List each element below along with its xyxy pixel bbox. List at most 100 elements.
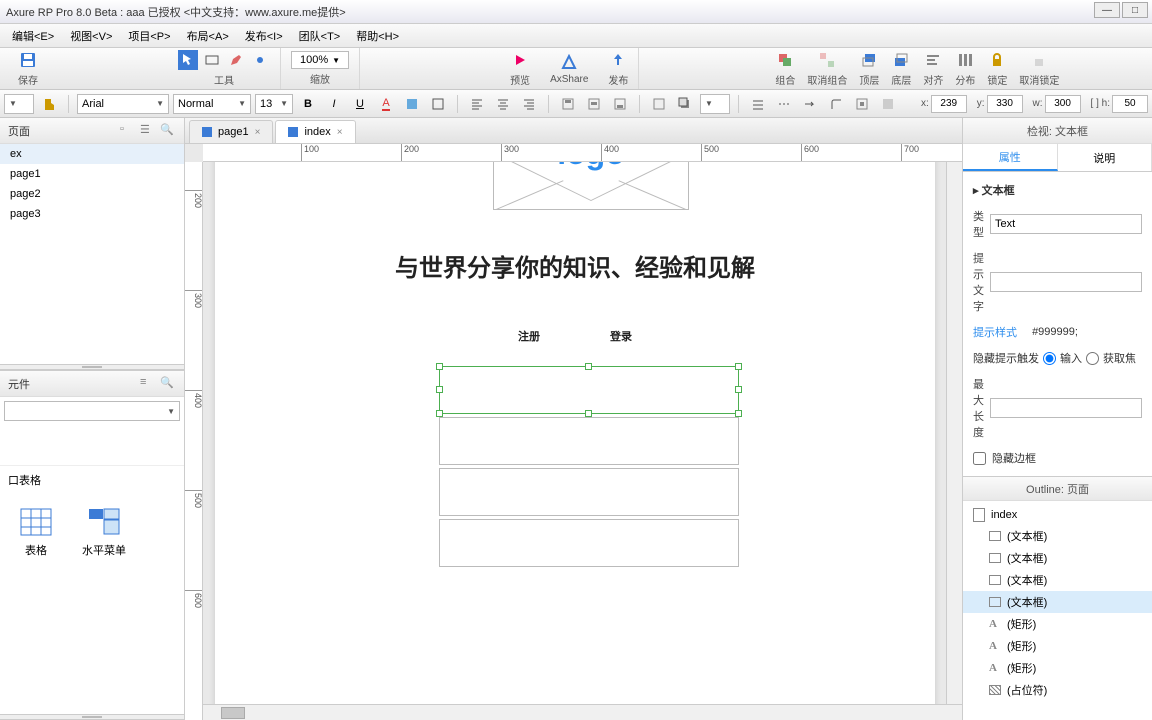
menu-item[interactable]: 视图<V> [62,25,120,47]
publish-icon[interactable] [608,50,628,70]
h-input[interactable] [1112,95,1148,113]
radio-input[interactable] [1043,352,1056,365]
search-page-icon[interactable]: 🔍 [160,123,176,139]
valign-bot-button[interactable] [609,94,631,114]
library-combo[interactable]: ▼ [4,401,180,421]
line-width-button[interactable] [747,94,769,114]
scrollbar-vertical[interactable] [946,162,962,704]
hide-border-checkbox[interactable] [973,452,986,465]
group-icon[interactable] [775,50,795,70]
menu-item[interactable]: 帮助<H> [348,25,407,47]
login-tab[interactable]: 登录 [610,328,632,344]
bold-button[interactable]: B [297,94,319,114]
radio-focus[interactable] [1086,352,1099,365]
register-tab[interactable]: 注册 [518,328,540,344]
line-style-combo[interactable]: ▼ [700,94,730,114]
padding-button[interactable] [851,94,873,114]
tab-notes[interactable]: 说明 [1058,144,1152,171]
shadow-button[interactable] [674,94,696,114]
pen-tool-icon[interactable] [226,50,246,70]
style-preset-combo[interactable]: ▼ [4,94,34,114]
outline-item[interactable]: (文本框) [963,591,1152,613]
font-style-combo[interactable]: Normal▼ [173,94,251,114]
align-right-button[interactable] [518,94,540,114]
outline-item[interactable]: A(矩形) [963,613,1152,635]
arrow-button[interactable] [799,94,821,114]
save-icon[interactable] [18,50,38,70]
font-combo[interactable]: Arial▼ [77,94,169,114]
corner-button[interactable] [825,94,847,114]
zoom-combo[interactable]: 100%▼ [291,51,349,69]
maxlen-input[interactable] [990,398,1142,418]
menu-item[interactable]: 团队<T> [291,25,349,47]
align-left-button[interactable] [466,94,488,114]
back-icon[interactable] [891,50,911,70]
splitter2[interactable] [0,714,184,720]
underline-button[interactable]: U [349,94,371,114]
format-painter-icon[interactable] [38,94,60,114]
align-icon[interactable] [923,50,943,70]
point-tool-icon[interactable] [250,50,270,70]
w-input[interactable] [1045,95,1081,113]
menu-item[interactable]: 布局<A> [179,25,237,47]
fill-color-button[interactable] [401,94,423,114]
menu-item[interactable]: 项目<P> [120,25,178,47]
x-input[interactable] [931,95,967,113]
minimize-button[interactable]: — [1094,2,1120,18]
font-size-combo[interactable]: 13▼ [255,94,293,114]
text-field-2[interactable] [439,417,739,465]
document-tab[interactable]: index× [275,120,355,143]
unlock-icon[interactable] [1029,50,1049,70]
outline-item[interactable]: (文本框) [963,525,1152,547]
type-input[interactable] [990,214,1142,234]
text-field-3[interactable] [439,468,739,516]
preview-icon[interactable] [510,50,530,70]
page-item[interactable]: page3 [0,204,184,224]
outline-item[interactable]: A(矩形) [963,635,1152,657]
ungroup-icon[interactable] [817,50,837,70]
lock-icon[interactable] [987,50,1007,70]
document-tab[interactable]: page1× [189,120,273,143]
outline-item[interactable]: (文本框) [963,569,1152,591]
rect-tool-icon[interactable] [202,50,222,70]
line-pattern-button[interactable] [773,94,795,114]
logo-placeholder[interactable]: logo [493,162,689,210]
valign-top-button[interactable] [557,94,579,114]
canvas[interactable]: logo 与世界分享你的知识、经验和见解 注册 登录 [203,162,962,720]
outline-item[interactable]: A(矩形) [963,657,1152,679]
menu-item[interactable]: 发布<I> [237,25,291,47]
menu-item[interactable]: 编辑<E> [4,25,62,47]
outline-item[interactable]: index [963,505,1152,525]
widget-menu-icon[interactable]: ≡ [140,376,156,392]
y-input[interactable] [987,95,1023,113]
align-center-button[interactable] [492,94,514,114]
hint-input[interactable] [990,272,1142,292]
maximize-button[interactable]: □ [1122,2,1148,18]
scrollbar-horizontal[interactable] [203,704,962,720]
headline-text[interactable]: 与世界分享你的知识、经验和见解 [215,248,935,283]
hint-style-link[interactable]: 提示样式 [973,324,1017,340]
italic-button[interactable]: I [323,94,345,114]
front-icon[interactable] [859,50,879,70]
fill-button[interactable] [648,94,670,114]
outline-item[interactable]: (文本框) [963,547,1152,569]
widget-table[interactable]: 表格 [20,508,52,558]
opacity-button[interactable] [877,94,899,114]
widget-hmenu[interactable]: 水平菜单 [82,508,126,558]
text-field-4[interactable] [439,519,739,567]
pointer-tool-icon[interactable] [178,50,198,70]
tab-properties[interactable]: 属性 [963,144,1058,171]
distribute-icon[interactable] [955,50,975,70]
page-item[interactable]: ex [0,144,184,164]
page-menu-icon[interactable]: ☰ [140,123,156,139]
axshare-icon[interactable] [559,52,579,72]
valign-mid-button[interactable] [583,94,605,114]
search-widget-icon[interactable]: 🔍 [160,376,176,392]
text-field-selected[interactable] [439,366,739,414]
page-surface[interactable]: logo 与世界分享你的知识、经验和见解 注册 登录 [215,162,935,720]
page-item[interactable]: page1 [0,164,184,184]
text-color-button[interactable]: A [375,94,397,114]
outline-item[interactable]: (占位符) [963,679,1152,701]
page-item[interactable]: page2 [0,184,184,204]
border-color-button[interactable] [427,94,449,114]
